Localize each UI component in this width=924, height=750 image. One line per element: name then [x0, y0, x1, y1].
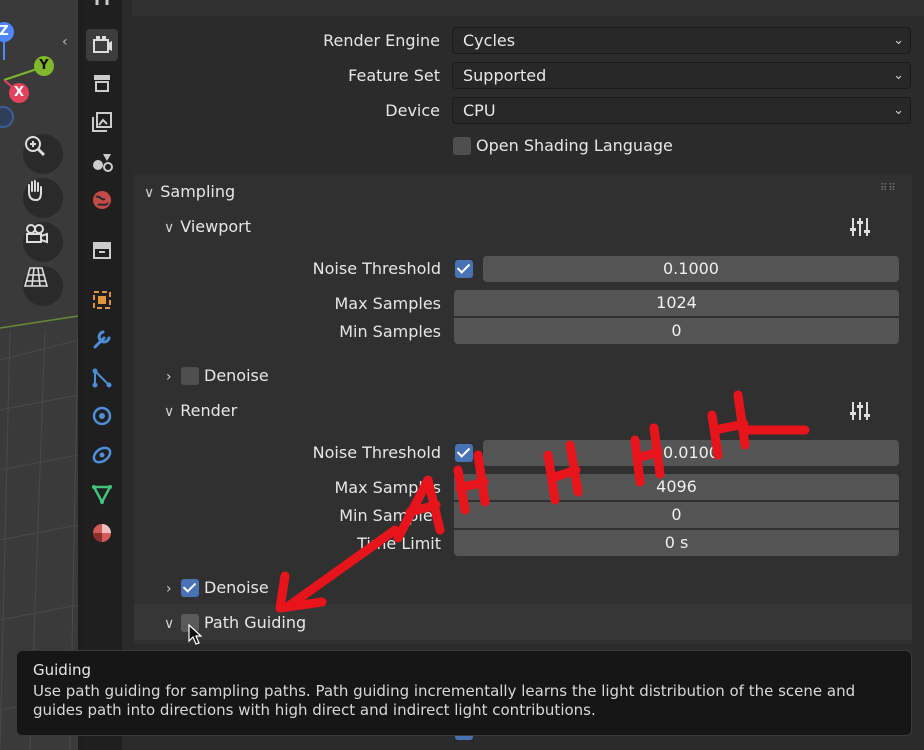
world-icon — [93, 191, 111, 209]
render-time-limit-field[interactable]: 0 s — [454, 530, 899, 556]
path-guiding-tooltip: Guiding Use path guiding for sampling pa… — [16, 650, 912, 736]
constraint-icon — [92, 446, 112, 464]
render-denoise-checkbox[interactable] — [181, 579, 199, 597]
render-denoise-label: Denoise — [204, 578, 269, 597]
path-guiding-label: Path Guiding — [204, 613, 307, 632]
viewport-max-samples-label: Max Samples — [334, 294, 442, 313]
constraint-properties-tab[interactable] — [86, 439, 118, 471]
chevron-down-icon: ∨ — [144, 185, 155, 201]
render-min-samples-label: Min Samples — [339, 506, 441, 525]
zoom-button[interactable] — [23, 134, 63, 174]
viewport-subheader[interactable]: ∨ Viewport — [164, 217, 251, 236]
feature-set-label: Feature Set — [348, 66, 440, 85]
viewport-max-samples-field[interactable]: 1024 — [454, 290, 899, 316]
printer-icon — [94, 75, 110, 92]
image-stack-icon — [92, 112, 112, 132]
collection-icon — [93, 242, 111, 259]
render-time-limit-label: Time Limit — [357, 534, 441, 553]
physics-icon — [92, 406, 112, 426]
wrench-icon — [93, 330, 111, 349]
render-noise-threshold-label: Noise Threshold — [312, 443, 441, 462]
gizmo-x-axis[interactable]: X — [9, 83, 29, 103]
viewport-denoise-subheader[interactable]: › — [166, 366, 178, 385]
render-properties-tab[interactable] — [86, 29, 118, 61]
device-label: Device — [385, 101, 440, 120]
material-icon — [93, 524, 111, 542]
viewport-noise-threshold-field[interactable]: 0.1000 — [483, 256, 899, 282]
render-subheader[interactable]: ∨ Render — [164, 401, 237, 420]
pan-button[interactable] — [23, 178, 63, 218]
device-dropdown[interactable]: CPU ⌄ — [452, 97, 911, 124]
material-properties-tab[interactable] — [86, 517, 118, 549]
render-noise-threshold-checkbox[interactable] — [455, 444, 473, 462]
perspective-toggle-button[interactable] — [23, 266, 63, 306]
render-denoise-subheader[interactable]: › — [166, 578, 178, 597]
tool-icon — [95, 0, 109, 5]
output-properties-tab[interactable] — [86, 67, 118, 99]
chevron-down-icon: ∨ — [164, 404, 175, 420]
render-max-samples-field[interactable]: 4096 — [454, 474, 899, 500]
chevron-down-icon: ∨ — [164, 616, 175, 632]
tooltip-title: Guiding — [33, 661, 92, 679]
presets-icon[interactable] — [848, 215, 872, 243]
sampling-panel — [134, 174, 912, 644]
viewport-denoise-label: Denoise — [204, 366, 269, 385]
drag-handle-icon[interactable]: ⠿⠿ — [880, 183, 897, 194]
render-engine-dropdown[interactable]: Cycles ⌄ — [452, 27, 911, 54]
collection-properties-tab[interactable] — [86, 234, 118, 266]
presets-icon[interactable] — [848, 399, 872, 427]
osl-checkbox[interactable] — [453, 137, 471, 155]
particles-properties-tab[interactable] — [86, 362, 118, 394]
chevron-right-icon: › — [166, 369, 172, 385]
particles-icon — [92, 368, 112, 388]
camera-view-button[interactable] — [23, 222, 63, 262]
3d-viewport[interactable]: Z Y X ‹ — [0, 0, 78, 750]
world-properties-tab[interactable] — [86, 184, 118, 216]
render-engine-label: Render Engine — [323, 31, 440, 50]
gizmo-y-axis[interactable]: Y — [34, 56, 54, 76]
sampling-header[interactable]: ∨ Sampling — [144, 182, 235, 201]
render-max-samples-label: Max Samples — [334, 478, 442, 497]
mouse-cursor-icon — [188, 624, 202, 645]
viewport-noise-threshold-label: Noise Threshold — [312, 259, 441, 278]
viewport-min-samples-field[interactable]: 0 — [454, 318, 899, 344]
scene-properties-tab[interactable] — [86, 145, 118, 177]
hand-icon — [28, 180, 42, 202]
collapse-arrow-icon[interactable]: ‹ — [62, 34, 68, 50]
chevron-down-icon: ⌄ — [893, 103, 904, 118]
osl-label: Open Shading Language — [476, 136, 673, 155]
render-min-samples-field[interactable]: 0 — [454, 502, 899, 528]
chevron-down-icon: ⌄ — [893, 33, 904, 48]
physics-properties-tab[interactable] — [86, 400, 118, 432]
path-guiding-subheader[interactable]: ∨ — [164, 613, 180, 632]
chevron-down-icon: ∨ — [164, 220, 175, 236]
modifier-properties-tab[interactable] — [86, 323, 118, 355]
properties-tab-bar — [82, 0, 122, 750]
viewport-noise-threshold-checkbox[interactable] — [455, 260, 473, 278]
scene-icon — [93, 154, 113, 172]
tool-tab-icon[interactable] — [86, 0, 118, 18]
object-icon — [93, 291, 111, 309]
render-icon — [93, 36, 112, 53]
properties-panel: Render Engine Cycles ⌄ Feature Set Suppor… — [132, 0, 924, 750]
chevron-down-icon: ⌄ — [893, 68, 904, 83]
feature-set-dropdown[interactable]: Supported ⌄ — [452, 62, 911, 89]
zoom-icon — [25, 136, 46, 157]
camera-icon — [26, 224, 48, 244]
render-noise-threshold-field[interactable]: 0.0100 — [483, 440, 899, 466]
panel-top-strip — [132, 0, 924, 16]
grid-icon — [23, 267, 49, 287]
chevron-right-icon: › — [166, 581, 172, 597]
tooltip-body: Use path guiding for sampling paths. Pat… — [33, 682, 856, 719]
viewport-min-samples-label: Min Samples — [339, 322, 441, 341]
area-divider[interactable] — [122, 0, 132, 750]
mesh-icon — [91, 485, 113, 505]
view-layer-properties-tab[interactable] — [86, 106, 118, 138]
object-properties-tab[interactable] — [86, 284, 118, 316]
object-data-properties-tab[interactable] — [86, 478, 118, 510]
viewport-denoise-checkbox[interactable] — [181, 367, 199, 385]
